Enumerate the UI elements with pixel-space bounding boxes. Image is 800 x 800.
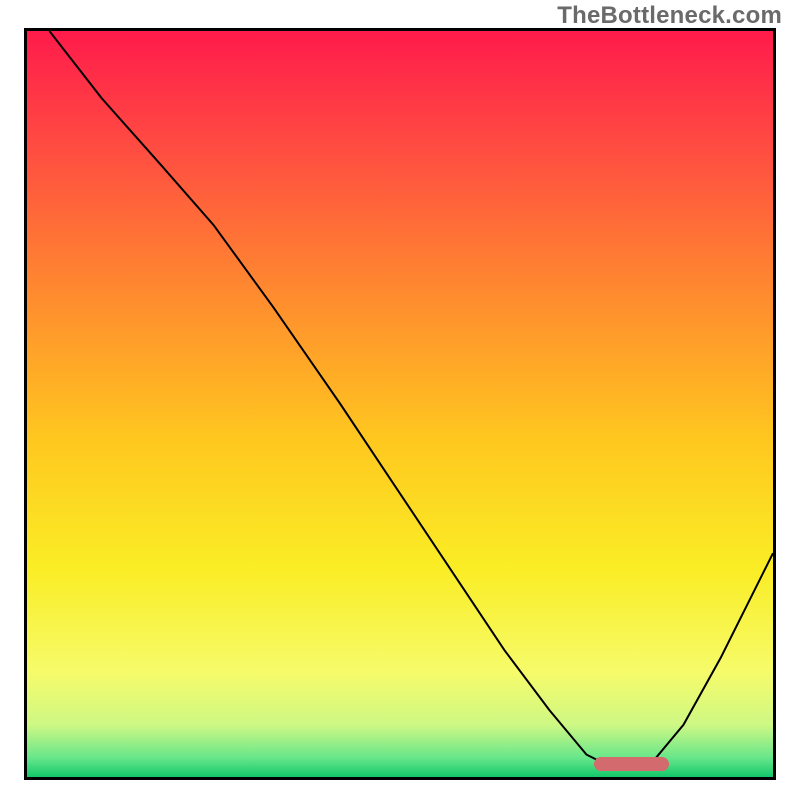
plot-inner [27, 31, 773, 777]
watermark: TheBottleneck.com [557, 2, 782, 30]
chart-root: TheBottleneck.com [0, 0, 800, 800]
bottleneck-curve [49, 31, 773, 770]
optimal-marker [594, 757, 669, 771]
plot-area [24, 28, 776, 780]
curve-layer [27, 31, 773, 777]
